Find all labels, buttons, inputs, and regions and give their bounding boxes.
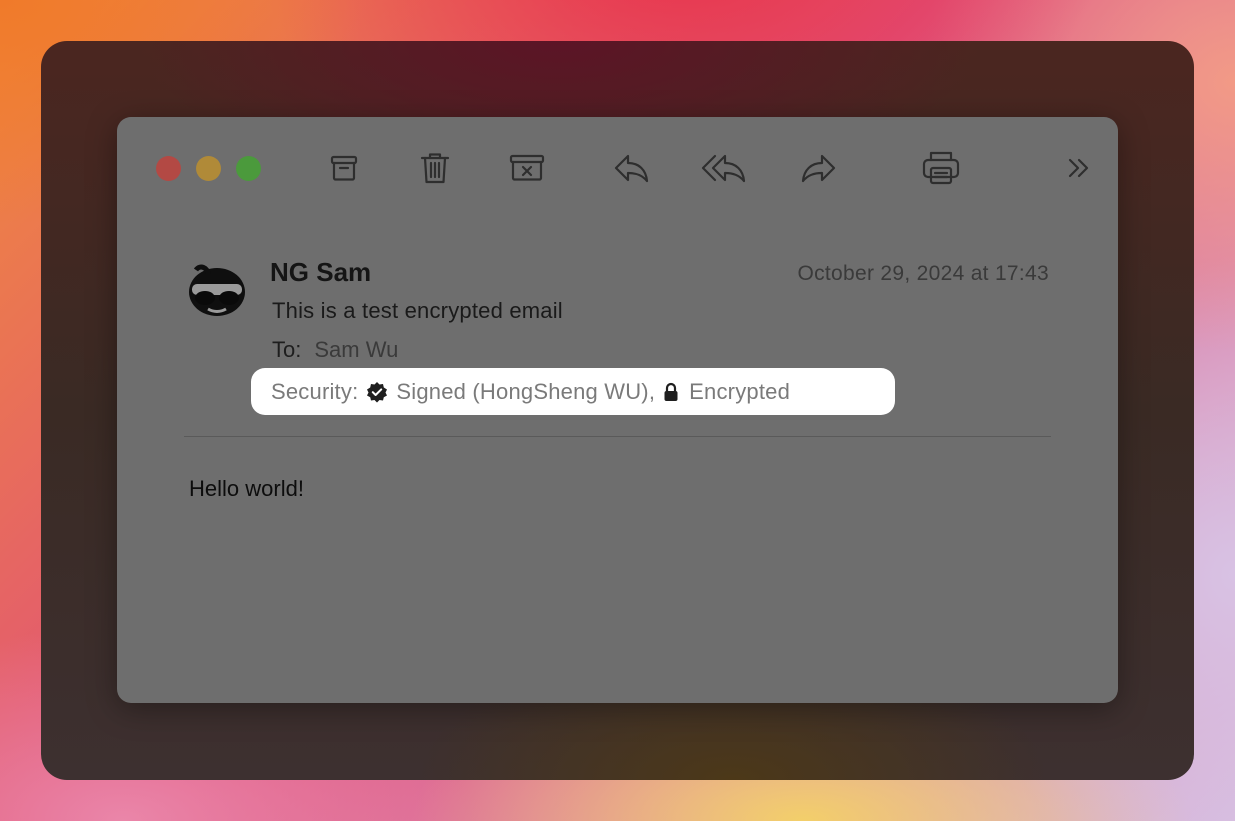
signed-status: Signed (HongSheng WU), xyxy=(396,378,656,404)
security-label: Security: xyxy=(271,378,359,404)
to-label: To: xyxy=(272,337,302,362)
forward-icon xyxy=(801,154,836,183)
forward-button[interactable] xyxy=(796,146,840,190)
minimize-window-button[interactable] xyxy=(196,156,221,181)
archive-button[interactable] xyxy=(322,146,366,190)
reply-all-button[interactable] xyxy=(700,146,750,190)
delete-button[interactable] xyxy=(413,146,457,190)
junk-button[interactable] xyxy=(505,146,549,190)
lock-icon xyxy=(664,382,678,401)
more-chevron-icon xyxy=(1068,158,1089,178)
message-date: October 29, 2024 at 17:43 xyxy=(797,262,1049,285)
message-subject: This is a test encrypted email xyxy=(272,298,563,323)
close-window-button[interactable] xyxy=(156,156,181,181)
message-body: Hello world! xyxy=(189,476,304,501)
recipient-name[interactable]: Sam Wu xyxy=(314,337,398,362)
print-button[interactable] xyxy=(918,146,964,190)
more-toolbar-button[interactable] xyxy=(1060,146,1098,190)
junk-icon xyxy=(509,154,545,181)
zoom-window-button[interactable] xyxy=(236,156,261,181)
sender-name: NG Sam xyxy=(270,257,372,287)
reply-all-icon xyxy=(701,154,746,183)
print-icon xyxy=(922,151,960,185)
recipient-row: To: Sam Wu xyxy=(272,337,398,363)
security-highlight: Security: Signed (HongSheng WU), Encrypt… xyxy=(251,368,895,415)
reply-button[interactable] xyxy=(610,146,654,190)
verified-badge-icon xyxy=(367,381,388,402)
archive-icon xyxy=(330,155,358,181)
reply-icon xyxy=(614,154,649,183)
trash-icon xyxy=(420,153,450,184)
header-divider xyxy=(184,436,1051,437)
encrypted-status: Encrypted xyxy=(689,378,791,404)
sender-avatar xyxy=(189,264,245,316)
